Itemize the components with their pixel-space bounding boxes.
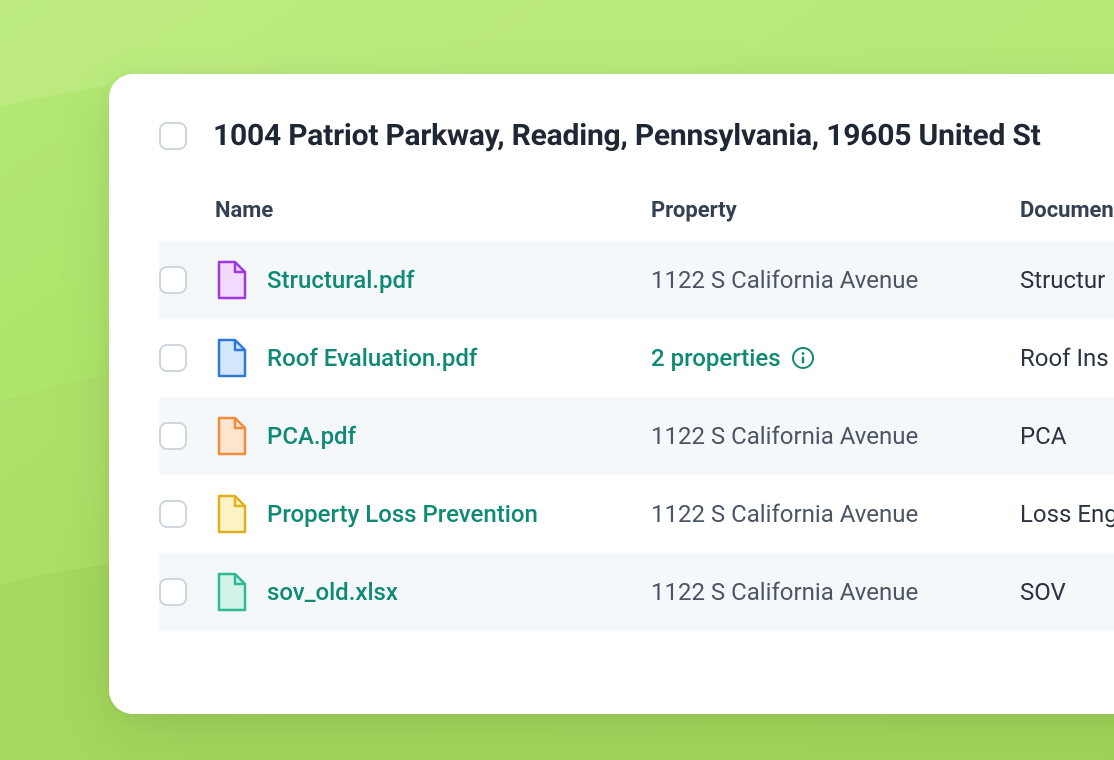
- file-link[interactable]: sov_old.xlsx: [267, 578, 398, 606]
- property-cell: 1122 S California Avenue: [651, 422, 1020, 450]
- file-icon: [215, 338, 247, 378]
- row-checkbox[interactable]: [159, 422, 187, 450]
- row-checkbox[interactable]: [159, 266, 187, 294]
- file-link[interactable]: Property Loss Prevention: [267, 500, 538, 528]
- select-all-checkbox[interactable]: [159, 122, 187, 150]
- table-body: Structural.pdf 1122 S California Avenue …: [159, 241, 1114, 631]
- table-row: Property Loss Prevention 1122 S Californ…: [159, 475, 1114, 553]
- file-link[interactable]: Structural.pdf: [267, 266, 415, 294]
- panel-header: 1004 Patriot Parkway, Reading, Pennsylva…: [159, 118, 1114, 153]
- file-icon: [215, 572, 247, 612]
- table-row: PCA.pdf 1122 S California Avenue PCA: [159, 397, 1114, 475]
- property-cell: 1122 S California Avenue: [651, 578, 1020, 606]
- document-type-cell: Structur: [1020, 266, 1105, 294]
- file-icon: [215, 260, 247, 300]
- column-headers: Name Property Documen: [159, 198, 1114, 223]
- table-row: Structural.pdf 1122 S California Avenue …: [159, 241, 1114, 319]
- column-header-document[interactable]: Documen: [1020, 198, 1114, 223]
- header-title: 1004 Patriot Parkway, Reading, Pennsylva…: [213, 118, 1041, 153]
- row-checkbox[interactable]: [159, 500, 187, 528]
- property-cell: 2 properties: [651, 344, 1020, 372]
- property-cell: 1122 S California Avenue: [651, 500, 1020, 528]
- document-type-cell: Roof Ins: [1020, 344, 1109, 372]
- row-checkbox[interactable]: [159, 578, 187, 606]
- property-cell: 1122 S California Avenue: [651, 266, 1020, 294]
- row-checkbox[interactable]: [159, 344, 187, 372]
- file-icon: [215, 494, 247, 534]
- file-link[interactable]: Roof Evaluation.pdf: [267, 344, 477, 372]
- document-type-cell: SOV: [1020, 578, 1066, 606]
- document-type-cell: PCA: [1020, 422, 1066, 450]
- table-row: Roof Evaluation.pdf 2 properties Roof In…: [159, 319, 1114, 397]
- table-row: sov_old.xlsx 1122 S California Avenue SO…: [159, 553, 1114, 631]
- property-link[interactable]: 2 properties: [651, 344, 781, 372]
- document-type-cell: Loss Eng: [1020, 500, 1114, 528]
- info-icon[interactable]: [791, 346, 815, 370]
- file-link[interactable]: PCA.pdf: [267, 422, 356, 450]
- file-list-panel: 1004 Patriot Parkway, Reading, Pennsylva…: [109, 74, 1114, 714]
- column-header-property[interactable]: Property: [651, 198, 1020, 223]
- column-header-name[interactable]: Name: [215, 198, 651, 223]
- file-icon: [215, 416, 247, 456]
